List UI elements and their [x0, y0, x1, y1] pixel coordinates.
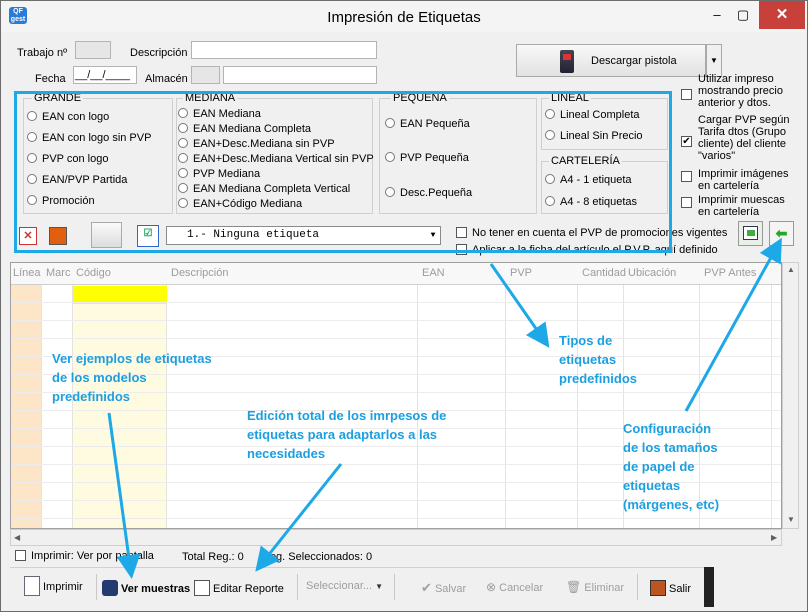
arrow-edicion	[255, 463, 343, 572]
window: QF gest Impresión de Etiquetas – ▢ ✕ Tra…	[0, 0, 808, 612]
arrow-config	[684, 237, 782, 412]
arrow-ejemplos	[107, 412, 141, 579]
annotation-arrows	[107, 237, 782, 579]
arrow-tipos	[489, 263, 550, 348]
